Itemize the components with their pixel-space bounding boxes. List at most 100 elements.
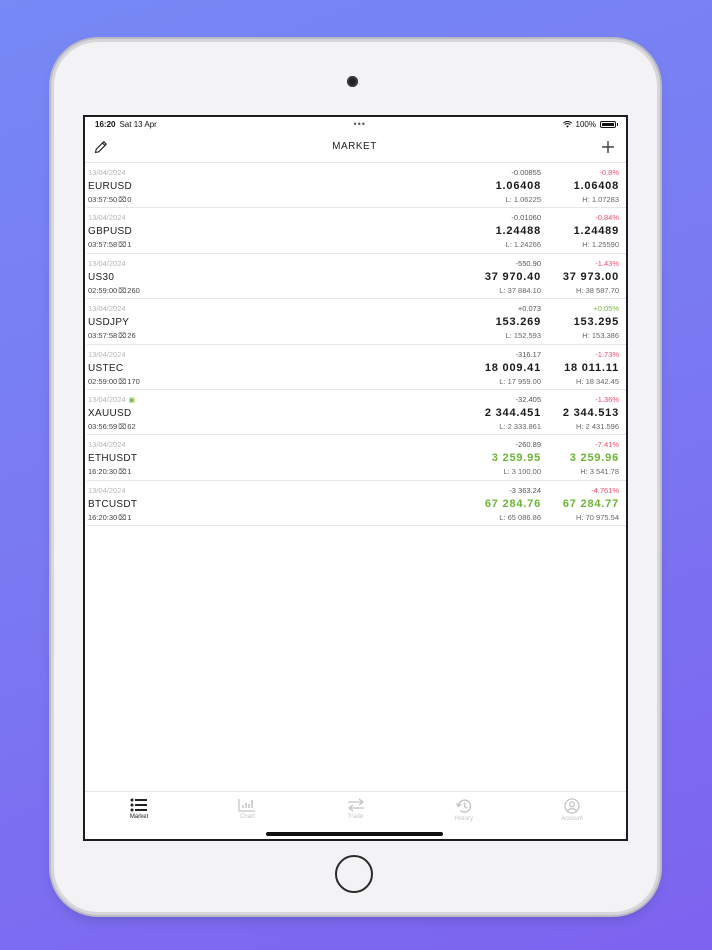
spread-icon: ⌧ <box>118 287 127 295</box>
quote-time: 03:56:59⌧62 <box>88 421 136 431</box>
quote-ask: 1.24489 <box>573 225 619 238</box>
status-time: 16:20 <box>95 119 116 129</box>
navigation-bar: MARKET <box>85 131 626 163</box>
quote-low: L: 152.593 <box>505 331 541 341</box>
tab-label: Account <box>561 816 583 822</box>
quote-change-percent: -4.761% <box>591 485 619 495</box>
quote-date: 13/04/2024 ▣ <box>88 394 136 404</box>
quote-change: -0.00855 <box>511 168 541 177</box>
quote-high: H: 1.07283 <box>582 195 619 204</box>
quote-spread: 1 <box>127 467 132 477</box>
quote-symbol: EURUSD <box>88 181 133 192</box>
quote-date: 13/04/2024 <box>88 349 126 359</box>
plus-icon <box>601 140 614 153</box>
spread-icon: ⌧ <box>118 378 127 386</box>
wifi-icon <box>562 120 572 128</box>
quote-ask: 18 011.11 <box>564 361 619 374</box>
quote-ask: 3 259.96 <box>569 452 619 465</box>
quote-high: H: 70 975.54 <box>576 512 619 522</box>
home-button[interactable] <box>335 855 373 893</box>
spread-icon: ⌧ <box>118 333 127 341</box>
account-icon <box>564 798 580 814</box>
quote-bid: 37 970.40 <box>484 270 541 283</box>
quote-date: 13/04/2024 <box>88 440 126 450</box>
quote-bid: 2 344.451 <box>484 406 541 419</box>
battery-icon <box>600 120 618 128</box>
tab-market[interactable]: Market <box>85 792 193 839</box>
quote-symbol: BTCUSDT <box>88 498 138 510</box>
quote-row-ustec[interactable]: 13/04/2024 USTEC 02:59:00⌧170 -316.17 -1.73%… <box>87 345 626 390</box>
quote-symbol: US30 <box>88 271 115 283</box>
quote-ask: 153.295 <box>573 316 619 329</box>
quote-row-eurusd[interactable]: 13/04/2024 EURUSD 03:57:50⌧0 -0.00855 -0.8% 1… <box>87 163 626 209</box>
quote-bid: 67 284.76 <box>484 497 541 510</box>
quote-high: H: 153.386 <box>582 331 619 341</box>
quote-date: 13/04/2024 <box>88 213 126 223</box>
quote-low: L: 65 086.86 <box>499 512 541 522</box>
quote-symbol: ETHUSDT <box>88 453 138 465</box>
quote-change: -550.90 <box>515 258 541 268</box>
quote-time: 16:20:30⌧1 <box>88 467 132 477</box>
quote-spread: 170 <box>127 376 140 386</box>
quote-time: 03:57:58⌧1 <box>88 240 132 250</box>
quote-change: -316.17 <box>515 349 541 359</box>
quote-change-percent: -1.73% <box>595 349 619 359</box>
quote-change: -260.89 <box>515 440 541 450</box>
quote-bid: 18 009.41 <box>484 361 541 374</box>
quote-low: L: 2 333.861 <box>499 421 541 431</box>
quote-row-gbpusd[interactable]: 13/04/2024 GBPUSD 03:57:58⌧1 -0.01060 -0.84%… <box>87 208 626 254</box>
quote-spread: 260 <box>127 285 140 295</box>
quote-row-ethusdt[interactable]: 13/04/2024 ETHUSDT 16:20:30⌧1 -260.89 -7.41%… <box>87 435 626 481</box>
quote-symbol: GBPUSD <box>88 226 133 238</box>
quote-low: L: 17 959.00 <box>499 376 541 386</box>
add-symbol-button[interactable] <box>598 137 618 157</box>
list-icon <box>130 798 148 812</box>
quote-symbol: USDJPY <box>88 317 130 329</box>
quote-low: L: 37 884.10 <box>499 285 541 295</box>
quote-row-xauusd[interactable]: 13/04/2024 ▣ XAUUSD 03:56:59⌧62 -32.405 -1.36… <box>87 390 626 436</box>
quote-low: L: 1.24266 <box>505 240 541 250</box>
quote-list: 13/04/2024 EURUSD 03:57:50⌧0 -0.00855 -0.8% 1… <box>85 163 626 527</box>
quote-high: H: 2 431.596 <box>576 421 619 431</box>
quote-spread: 26 <box>127 331 136 341</box>
quote-row-usdjpy[interactable]: 13/04/2024 USDJPY 03:57:58⌧26 +0.073 +0.05% 1… <box>87 299 626 345</box>
quote-low: L: 1.06225 <box>505 195 541 204</box>
quote-date: 13/04/2024 <box>88 485 126 495</box>
quote-change-percent: -0.8% <box>599 168 619 177</box>
spread-icon: ⌧ <box>118 469 127 477</box>
quote-date: 13/04/2024 <box>88 258 126 268</box>
quote-time: 02:59:00⌧170 <box>88 376 140 386</box>
arrows-icon <box>347 798 364 812</box>
spread-icon: ⌧ <box>118 514 127 522</box>
quote-spread: 1 <box>127 512 132 522</box>
chart-icon <box>238 799 256 812</box>
front-camera <box>347 76 358 87</box>
quote-high: H: 38 587.70 <box>576 285 619 295</box>
quote-row-btcusdt[interactable]: 13/04/2024 BTCUSDT 16:20:30⌧1 -3 363.24 -4.7… <box>87 481 626 527</box>
pencil-icon <box>94 140 107 153</box>
quote-ask: 2 344.513 <box>562 406 619 419</box>
quote-change-percent: -0.84% <box>595 213 619 223</box>
quote-time: 16:20:30⌧1 <box>88 512 132 522</box>
quote-change: -0.01060 <box>511 213 541 223</box>
quote-row-us30[interactable]: 13/04/2024 US30 02:59:00⌧260 -550.90 -1.43% 3… <box>87 254 626 300</box>
tab-label: Trade <box>347 814 364 820</box>
quote-low: L: 3 100.00 <box>503 467 541 477</box>
quote-change: -3 363.24 <box>509 485 541 495</box>
quote-change: +0.073 <box>517 304 541 314</box>
quote-spread: 0 <box>127 195 132 204</box>
quote-symbol: XAUUSD <box>88 407 132 419</box>
quote-time: 02:59:00⌧260 <box>88 285 140 295</box>
tab-label: Chart <box>239 814 255 820</box>
tab-label: History <box>454 816 474 822</box>
app-screen: 16:20 Sat 13 Apr ••• 100% MARKET 13/04/2… <box>83 115 628 841</box>
spread-icon: ⌧ <box>118 242 127 250</box>
quote-change-percent: -1.36% <box>595 394 619 404</box>
edit-button[interactable] <box>91 137 111 157</box>
status-bar: 16:20 Sat 13 Apr ••• 100% <box>85 117 626 131</box>
tab-account[interactable]: Account <box>518 792 626 839</box>
spread-icon: ⌧ <box>118 197 127 204</box>
multitasking-dots-icon: ••• <box>353 119 366 129</box>
quote-change: -32.405 <box>515 394 541 404</box>
battery-percent: 100% <box>575 119 596 129</box>
